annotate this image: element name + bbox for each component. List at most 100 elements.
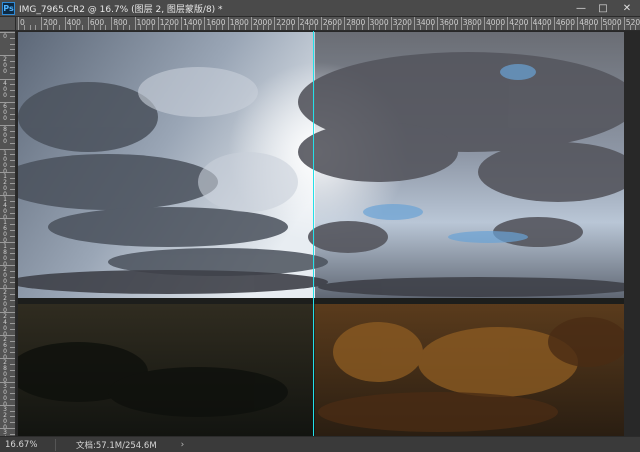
ruler-minor-tick [52, 25, 54, 30]
document-size-info: 文档:57.1M/254.6M [76, 440, 157, 451]
ruler-minor-tick [186, 25, 188, 30]
ruler-minor-tick [163, 25, 165, 30]
ruler-minor-tick [10, 113, 15, 115]
minimize-button[interactable]: — [570, 0, 592, 16]
ruler-label: 800 [113, 18, 128, 27]
ruler-minor-tick [10, 422, 15, 424]
document-title-bar[interactable]: Ps IMG_7965.CR2 @ 16.7% (图层 2, 图层蒙版/8) *… [0, 0, 640, 17]
ruler-minor-tick [10, 183, 15, 185]
ruler-minor-tick [10, 224, 15, 226]
maximize-button[interactable]: □ [592, 0, 614, 16]
ruler-major-tick [251, 17, 252, 30]
horizontal-ruler[interactable]: 0 200 400 600 800 1000 1200 1400 1600 1800 2000 220… [16, 17, 640, 31]
ruler-major-tick [111, 17, 113, 30]
ruler-minor-tick [443, 25, 445, 30]
ruler-minor-tick [524, 25, 526, 30]
ruler-major-tick [600, 17, 602, 30]
photoshop-app-icon: Ps [2, 1, 15, 15]
ruler-major-tick [577, 17, 579, 30]
ruler-minor-tick [10, 276, 15, 278]
ruler-label: 400 [66, 18, 81, 27]
ruler-minor-tick [326, 25, 328, 30]
ruler-minor-tick [128, 25, 130, 30]
ruler-minor-tick [10, 165, 15, 167]
ruler-minor-tick [10, 340, 15, 342]
ruler-minor-tick [10, 259, 15, 261]
ruler-minor-tick [10, 96, 15, 98]
status-divider [55, 438, 56, 451]
close-button[interactable]: ✕ [614, 0, 640, 16]
ruler-major-tick [367, 17, 369, 30]
ruler-minor-tick [10, 49, 15, 51]
ruler-minor-tick [594, 25, 596, 30]
ruler-major-tick [64, 17, 66, 30]
ruler-minor-tick [315, 25, 317, 30]
vertical-guide-line[interactable] [313, 31, 314, 436]
ruler-major-tick [344, 17, 346, 30]
ruler-major-tick [553, 17, 555, 30]
vertical-ruler[interactable]: 02 0 04 0 06 0 08 0 01 0 0 01 2 0 01 4 0… [0, 31, 16, 436]
ruler-minor-tick [169, 25, 171, 30]
ruler-major-tick [18, 17, 19, 30]
ruler-minor-tick [10, 200, 15, 202]
ruler-minor-tick [175, 25, 177, 30]
ruler-minor-tick [239, 25, 241, 30]
ruler-minor-tick [93, 25, 95, 30]
ruler-minor-tick [373, 25, 375, 30]
ruler-label: 6 0 0 [3, 102, 7, 122]
ruler-minor-tick [10, 323, 15, 325]
ruler-minor-tick [291, 25, 293, 30]
ruler-minor-tick [76, 25, 78, 30]
ruler-minor-tick [10, 410, 15, 412]
ruler-minor-tick [117, 25, 119, 30]
ruler-minor-tick [10, 398, 15, 400]
ruler-minor-tick [10, 433, 15, 435]
ruler-major-tick [157, 17, 159, 30]
ruler-major-tick [484, 17, 485, 30]
ruler-minor-tick [10, 61, 15, 63]
ruler-minor-tick [10, 305, 15, 307]
document-canvas[interactable] [16, 31, 640, 436]
ruler-major-tick [297, 17, 299, 30]
ruler-major-tick [134, 17, 136, 30]
ruler-minor-tick [29, 25, 31, 30]
ruler-minor-tick [425, 25, 427, 30]
ruler-minor-tick [431, 25, 433, 30]
ruler-minor-tick [10, 90, 15, 92]
ruler-label: 600 [89, 18, 105, 27]
ruler-minor-tick [10, 189, 15, 191]
ruler-minor-tick [10, 230, 15, 232]
ruler-minor-tick [10, 72, 15, 74]
ruler-label: 5200 [625, 18, 640, 27]
ruler-major-tick [623, 17, 625, 30]
ruler-label: 8 0 0 [3, 126, 7, 146]
ruler-minor-tick [513, 25, 515, 30]
ruler-minor-tick [571, 25, 573, 30]
ruler-label: 2 0 0 [3, 56, 7, 76]
ruler-minor-tick [233, 25, 235, 30]
ruler-minor-tick [10, 393, 15, 395]
ruler-minor-tick [10, 136, 15, 138]
ruler-minor-tick [10, 352, 15, 354]
ruler-label: 200 [43, 18, 58, 27]
ruler-major-tick [274, 17, 276, 30]
ruler-minor-tick [10, 299, 15, 301]
ruler-minor-tick [23, 25, 25, 30]
ruler-minor-tick [489, 25, 491, 30]
ruler-minor-tick [542, 25, 544, 30]
ruler-minor-tick [122, 25, 124, 30]
ruler-minor-tick [47, 25, 49, 30]
ruler-minor-tick [268, 25, 270, 30]
ruler-minor-tick [280, 25, 282, 30]
ruler-minor-tick [10, 131, 15, 133]
ruler-minor-tick [210, 25, 212, 30]
zoom-level-field[interactable]: 16.67% [0, 440, 37, 450]
ruler-minor-tick [419, 25, 421, 30]
ruler-minor-tick [501, 25, 503, 30]
ruler-origin[interactable] [0, 17, 16, 31]
status-menu-arrow-icon[interactable]: › [181, 440, 185, 450]
ruler-minor-tick [355, 25, 357, 30]
ruler-minor-tick [629, 25, 631, 30]
ruler-minor-tick [10, 294, 15, 296]
ruler-major-tick [41, 17, 43, 30]
